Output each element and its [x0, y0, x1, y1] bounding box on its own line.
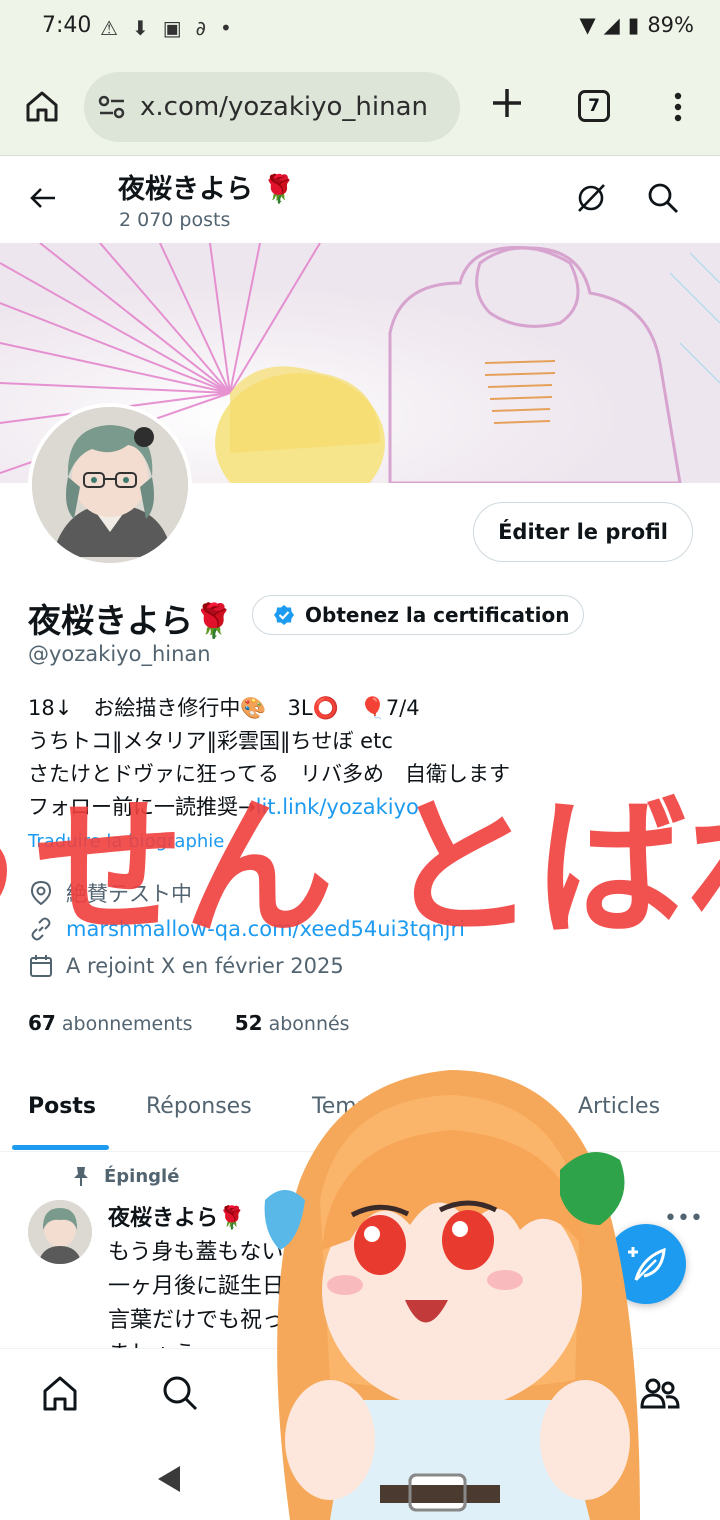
link-icon	[31, 917, 51, 941]
get-verified-label: Obtenez la certification	[305, 603, 570, 627]
rose-emoji: 🌹	[193, 601, 235, 640]
compose-feather-icon	[628, 1247, 666, 1281]
wifi-icon: ▼	[579, 13, 596, 37]
notifications-nav-icon[interactable]	[398, 1373, 438, 1413]
bio-line: フォロー前に一読推奨→lit.link/yozakiyo	[28, 795, 419, 819]
joined-row: A rejoint X en février 2025	[28, 953, 344, 979]
profile-tabs: Posts Réponses Temps forts Articles	[0, 1078, 720, 1152]
profile-display-name: 夜桜きよら🌹	[28, 601, 235, 640]
calendar-icon	[30, 955, 52, 977]
bio-line: さたけとドヴァに狂ってる リバ多め 自衛します	[28, 762, 510, 786]
avatar-illustration	[32, 407, 188, 563]
pinned-indicator: Épinglé	[72, 1165, 179, 1187]
battery-icon: ▮	[627, 13, 640, 37]
profile-avatar[interactable]	[28, 403, 192, 567]
edit-profile-button[interactable]: Éditer le profil	[473, 502, 693, 562]
get-verified-button[interactable]: Obtenez la certification	[252, 595, 584, 635]
download-icon: ⬇	[131, 16, 149, 40]
url-text: x.com/yozakiyo_hinan	[140, 92, 428, 122]
post-text: もう身も蓋もないですが 一ヶ月後に誕生日です 言葉だけでも祝ってくれたら嬉しいで…	[108, 1240, 568, 1348]
bottom-navigation	[0, 1348, 720, 1438]
tab-switcher-button[interactable]: 7	[578, 90, 610, 122]
warning-icon: ⚠	[100, 16, 118, 40]
bio-line: 18↓ お絵描き修行中🎨 3L⭕ 🎈7/4	[28, 696, 420, 720]
bio-link[interactable]: lit.link/yozakiyo	[256, 795, 419, 819]
profile-bio: 18↓ お絵描き修行中🎨 3L⭕ 🎈7/4 うちトコ‖メタリア‖彩雲国‖ちせぼ …	[28, 692, 708, 824]
website-link[interactable]: marshmallow-qa.com/xeed54ui3tqnjri	[66, 917, 465, 941]
grok-nav-icon[interactable]	[278, 1373, 318, 1413]
status-bar: 7:40 ⚠ ⬇ ▣ ∂ • ▼ ◢ ▮ 89%	[0, 0, 720, 58]
status-right: ▼ ◢ ▮ 89%	[579, 13, 694, 37]
grok-icon[interactable]	[574, 181, 608, 215]
tab-replies[interactable]: Réponses	[146, 1094, 252, 1119]
nfc-icon: ∂	[195, 16, 206, 40]
header-post-count: 2 070 posts	[119, 209, 231, 231]
status-icons: ⚠ ⬇ ▣ ∂ •	[100, 14, 232, 42]
status-time: 7:40	[42, 13, 92, 38]
new-tab-icon[interactable]	[490, 86, 524, 120]
system-navigation-bar	[0, 1438, 720, 1520]
active-tab-indicator	[12, 1145, 109, 1150]
browser-toolbar: x.com/yozakiyo_hinan 7	[0, 58, 720, 156]
battery-level: 89%	[647, 13, 694, 37]
website-row: marshmallow-qa.com/xeed54ui3tqnjri	[28, 916, 465, 942]
tab-highlights[interactable]: Temps forts	[312, 1094, 439, 1119]
signal-icon: ◢	[603, 13, 620, 37]
more-menu-icon[interactable]	[668, 92, 688, 122]
compose-post-button[interactable]	[606, 1224, 686, 1304]
post-avatar[interactable]	[28, 1200, 92, 1264]
communities-nav-icon[interactable]	[640, 1373, 680, 1413]
tab-articles[interactable]: Articles	[578, 1094, 660, 1119]
following-link[interactable]: 67 abonnements	[28, 1011, 193, 1035]
followers-link[interactable]: 52 abonnés	[235, 1011, 350, 1035]
joined-text: A rejoint X en février 2025	[66, 954, 344, 978]
back-arrow-icon[interactable]	[28, 183, 58, 213]
tab-posts[interactable]: Posts	[28, 1094, 96, 1119]
url-bar[interactable]: x.com/yozakiyo_hinan	[84, 72, 460, 142]
location-row: 絶賛テスト中	[28, 878, 192, 908]
profile-header-bar: 夜桜きよら 🌹 2 070 posts	[0, 157, 720, 243]
verified-badge-icon	[274, 605, 294, 625]
profile-handle: @yozakiyo_hinan	[28, 642, 211, 666]
dot-icon: •	[219, 16, 232, 40]
system-back-icon[interactable]	[156, 1464, 182, 1494]
follow-counts: 67 abonnements 52 abonnés	[28, 1011, 350, 1035]
pin-icon	[74, 1167, 88, 1186]
app-icon: ▣	[162, 16, 182, 40]
explore-nav-icon[interactable]	[160, 1373, 200, 1413]
bio-line: うちトコ‖メタリア‖彩雲国‖ちせぼ etc	[28, 729, 393, 753]
search-icon[interactable]	[646, 181, 680, 215]
header-name: 夜桜きよら 🌹	[118, 174, 297, 205]
post-author[interactable]: 夜桜きよら🌹	[108, 1200, 245, 1232]
home-icon[interactable]	[24, 88, 60, 124]
translate-bio-link[interactable]: Traduire la biographie	[28, 831, 224, 852]
home-nav-icon[interactable]	[40, 1373, 80, 1413]
location-pin-icon	[30, 880, 52, 906]
location-text: 絶賛テスト中	[66, 882, 192, 906]
pinned-label: Épinglé	[104, 1165, 180, 1187]
post-avatar-illustration	[28, 1200, 92, 1264]
messages-nav-icon[interactable]	[518, 1373, 558, 1413]
site-settings-icon[interactable]	[98, 94, 126, 120]
